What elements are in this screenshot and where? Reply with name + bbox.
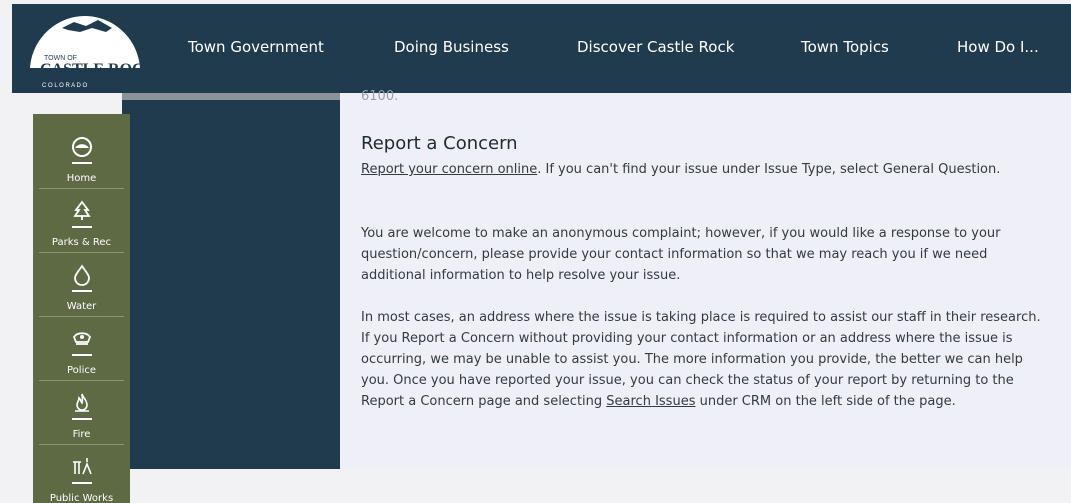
fire-icon (74, 393, 89, 412)
side-nav-public-works[interactable]: Public Works (33, 450, 130, 503)
logo-colorado: C O L O R A D O (42, 83, 87, 89)
side-nav-home[interactable]: Home (33, 130, 130, 194)
nav-town-government[interactable]: Town Government (188, 38, 324, 56)
nav-discover-castle-rock[interactable]: Discover Castle Rock (577, 38, 734, 56)
police-cap-icon (72, 332, 91, 345)
public-works-icon (72, 458, 92, 475)
paragraph-2: You are welcome to make an anonymous com… (361, 226, 1001, 283)
paragraph-1-text: . If you can't find your issue under Iss… (537, 162, 1001, 177)
top-navigation-bar: TOWN OF CASTLE ROCK C O L O R A D O Town… (12, 4, 1071, 93)
castle-rock-logo[interactable]: TOWN OF CASTLE ROCK C O L O R A D O (22, 8, 157, 92)
side-nav-police[interactable]: Police (33, 322, 130, 386)
side-nav-parks-rec-label: Parks & Rec (51, 237, 112, 248)
side-nav-home-label: Home (66, 173, 97, 184)
side-navigation: Home Parks & Rec Water Police Fire Publi… (33, 114, 130, 503)
home-icon (71, 137, 92, 157)
main-content: 6100. Report a Concern Report your conce… (340, 89, 1071, 469)
tree-icon (72, 200, 91, 220)
side-nav-fire-label: Fire (72, 429, 91, 440)
water-drop-icon (73, 264, 90, 286)
paragraph-1: Report your concern online. If you can't… (361, 159, 1041, 180)
report-online-link[interactable]: Report your concern online (361, 162, 537, 177)
nav-doing-business[interactable]: Doing Business (394, 38, 509, 56)
paragraph-3-end: under CRM on the left side of the page. (695, 394, 956, 409)
side-nav-fire[interactable]: Fire (33, 386, 130, 450)
side-nav-parks-rec[interactable]: Parks & Rec (33, 194, 130, 258)
side-nav-water-label: Water (66, 301, 97, 312)
side-nav-water[interactable]: Water (33, 258, 130, 322)
panel-top-strip (122, 93, 340, 100)
logo-castle-rock: CASTLE ROCK (40, 61, 148, 78)
nav-how-do-i[interactable]: How Do I... (957, 38, 1039, 56)
side-nav-police-label: Police (67, 365, 96, 376)
search-issues-link[interactable]: Search Issues (606, 394, 695, 409)
page-title: Report a Concern (361, 133, 518, 154)
side-nav-public-works-label: Public Works (49, 493, 114, 503)
left-dark-panel (122, 93, 340, 469)
paragraph-3: In most cases, an address where the issu… (361, 307, 1041, 412)
cut-off-text: 6100. (361, 89, 399, 104)
browser-frame: TOWN OF CASTLE ROCK C O L O R A D O Town… (12, 4, 1071, 503)
nav-town-topics[interactable]: Town Topics (801, 38, 889, 56)
